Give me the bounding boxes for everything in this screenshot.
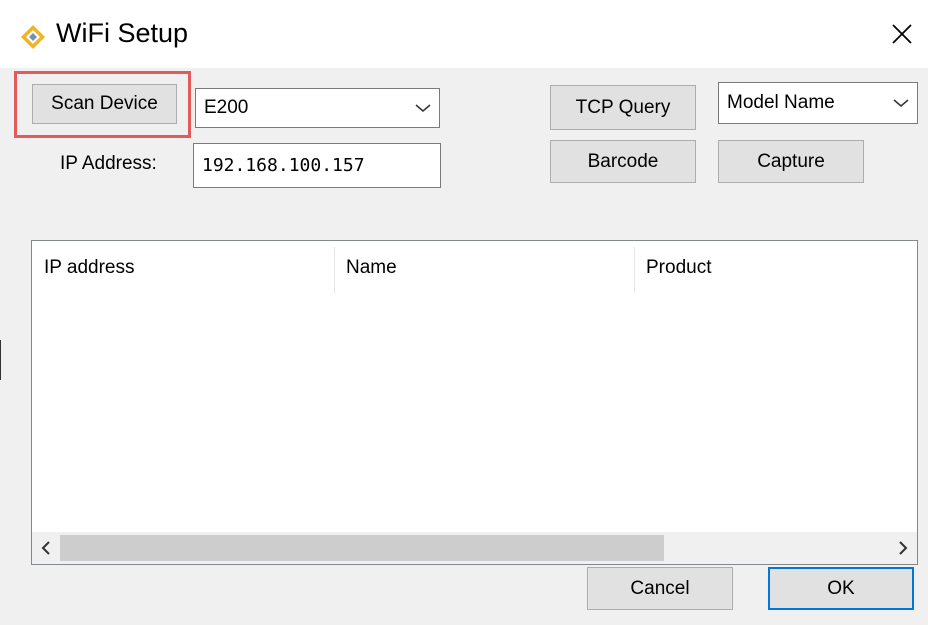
barcode-button[interactable]: Barcode <box>550 140 696 183</box>
chevron-down-icon <box>415 104 431 112</box>
ok-button[interactable]: OK <box>768 567 914 610</box>
device-model-value: E200 <box>204 97 249 118</box>
column-header-name[interactable]: Name <box>334 241 634 295</box>
column-header-ip-address[interactable]: IP address <box>32 241 334 295</box>
chevron-right-icon[interactable] <box>889 532 917 564</box>
chevron-down-icon <box>893 99 909 107</box>
window-edge-left <box>0 340 1 380</box>
ip-address-field[interactable]: 192.168.100.157 <box>193 143 441 188</box>
device-list[interactable]: IP address Name Product <box>31 240 918 565</box>
close-icon[interactable] <box>882 14 922 54</box>
chevron-left-icon[interactable] <box>32 532 60 564</box>
scrollbar-thumb[interactable] <box>60 535 664 561</box>
horizontal-scrollbar[interactable] <box>32 532 917 564</box>
tcp-query-button[interactable]: TCP Query <box>550 85 696 130</box>
model-name-select[interactable]: Model Name <box>718 82 918 124</box>
scan-device-button[interactable]: Scan Device <box>32 84 177 124</box>
diamond-icon <box>21 25 45 49</box>
column-header-product[interactable]: Product <box>634 241 917 295</box>
title-bar[interactable]: WiFi Setup <box>0 0 928 68</box>
device-model-select[interactable]: E200 <box>195 88 440 128</box>
window-title: WiFi Setup <box>56 18 189 48</box>
wifi-setup-dialog: WiFi Setup Scan Device E200 IP Address: … <box>0 0 928 625</box>
model-name-value: Model Name <box>727 92 835 113</box>
capture-button[interactable]: Capture <box>718 140 864 183</box>
ip-address-label: IP Address: <box>60 153 157 174</box>
cancel-button[interactable]: Cancel <box>587 567 733 610</box>
